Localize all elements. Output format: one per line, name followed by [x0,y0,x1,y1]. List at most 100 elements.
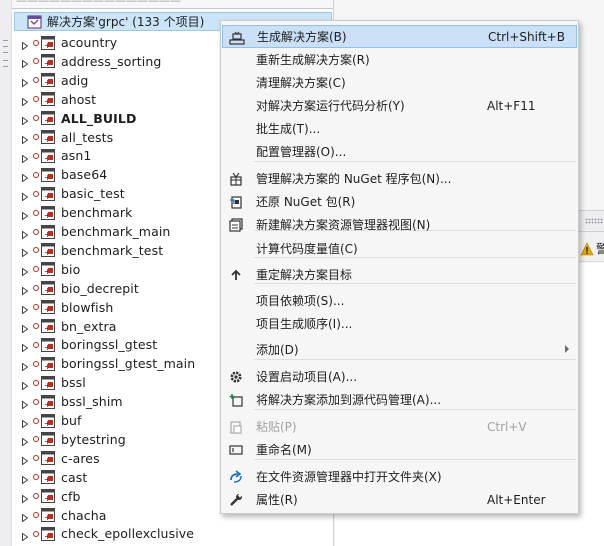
menu-item-restore[interactable]: 还原 NuGet 包(R) [222,190,577,213]
menu-item-startup[interactable]: 设置启动项目(A)... [222,365,577,388]
context-menu: 生成解决方案(B) Ctrl+Shift+B 重新生成解决方案(R) 清理解决方案(C… [220,20,579,514]
expand-arrow-icon[interactable] [22,133,29,145]
menu-item-label: 粘贴(P) [256,420,297,434]
cpp-project-icon: + [41,111,55,126]
drag-grip[interactable] [585,218,603,224]
menu-item-label: 配置管理器(O)... [256,145,347,159]
menu-item-rebuild[interactable]: 重新生成解决方案(R) [222,48,577,71]
error-indicator-icon [33,152,39,159]
expand-arrow-icon[interactable] [22,511,29,523]
menu-item-label: 添加(D) [256,343,299,357]
restore-package-icon [228,194,244,209]
rename-icon [228,442,244,457]
menu-item-props[interactable]: 属性(R) Alt+Enter [222,488,577,511]
expand-arrow-icon[interactable] [22,473,29,485]
error-indicator-icon [33,474,39,481]
expand-arrow-icon[interactable] [22,284,29,296]
project-label: buf [61,413,82,428]
expand-arrow-icon[interactable] [22,76,29,88]
expand-arrow-icon[interactable] [22,322,29,334]
left-tool-strip [0,0,12,546]
cpp-project-icon: + [41,92,55,107]
expand-arrow-icon[interactable] [22,492,29,504]
cpp-project-icon: + [41,148,55,163]
project-label: adig [61,72,89,88]
error-indicator-icon [33,379,39,386]
project-label: all_tests [61,129,114,145]
error-indicator-icon [33,436,39,443]
expand-arrow-icon[interactable] [22,39,29,50]
expand-arrow-icon[interactable] [22,57,29,69]
menu-item-scc[interactable]: 将解决方案添加到源代码管理(A)... [222,388,577,411]
project-row[interactable]: + check_epollexclusive [12,524,332,543]
menu-item-label: 新建解决方案资源管理器视图(N) [256,218,431,232]
error-indicator-icon [33,455,39,462]
cpp-project-icon: + [41,375,55,390]
menu-item-order[interactable]: 项目生成顺序(I)... [222,312,577,335]
expand-arrow-icon[interactable] [22,360,29,372]
menu-item-label: 还原 NuGet 包(R) [256,195,356,209]
menu-item-paste[interactable]: 粘贴(P) Ctrl+V [222,415,577,438]
expand-arrow-icon[interactable] [22,209,29,221]
menu-item-newview[interactable]: 新建解决方案资源管理器视图(N) [222,213,577,236]
search-input[interactable]: ——————————————— [12,0,333,9]
cpp-project-icon: + [41,167,55,182]
error-indicator-icon [33,304,39,311]
menu-item-analyze[interactable]: 对解决方案运行代码分析(Y) Alt+F11 [222,94,577,117]
menu-item-nuget[interactable]: 管理解决方案的 NuGet 程序包(N)... [222,167,577,190]
menu-item-rename[interactable]: 重命名(M) [222,438,577,461]
project-label: boringssl_gtest_main [61,356,196,372]
cpp-project-icon: + [41,432,55,447]
expand-arrow-icon[interactable] [22,171,29,183]
expand-arrow-icon[interactable] [22,530,29,542]
menu-item-build[interactable]: 生成解决方案(B) Ctrl+Shift+B [222,25,577,48]
project-label: c-ares [61,450,100,466]
error-indicator-icon [33,247,39,254]
expand-arrow-icon[interactable] [22,265,29,277]
expand-arrow-icon[interactable] [22,114,29,126]
warning-icon[interactable] [580,242,594,256]
expand-arrow-icon[interactable] [22,435,29,447]
project-label: bytestring [61,431,126,447]
error-indicator-icon [33,398,39,405]
expand-arrow-icon[interactable] [22,152,29,164]
menu-item-retarget[interactable]: 重定解决方案目标 [222,263,577,286]
expand-arrow-icon[interactable] [22,341,29,353]
menu-item-label: 重定解决方案目标 [256,268,353,282]
cpp-project-icon: + [41,205,55,220]
error-indicator-icon [33,341,39,348]
menu-item-batch[interactable]: 批生成(T)... [222,117,577,140]
menu-item-shortcut: Ctrl+V [487,419,527,434]
project-label: bio_decrepit [61,280,139,296]
menu-item-metrics[interactable]: 计算代码度量值(C) [222,237,577,260]
menu-item-add[interactable]: 添加(D) [222,338,577,361]
expand-arrow-icon[interactable] [22,454,29,466]
error-indicator-icon [33,266,39,273]
error-indicator-icon [33,493,39,500]
expand-arrow-icon[interactable] [22,417,29,428]
expand-arrow-icon[interactable] [22,379,29,391]
menu-item-label: 生成解决方案(B) [257,30,347,44]
menu-item-label: 项目依赖项(S)... [256,294,345,308]
expand-arrow-icon[interactable] [22,190,29,202]
project-label: benchmark_main [61,224,171,239]
menu-item-deps[interactable]: 项目依赖项(S)... [222,289,577,312]
menu-item-openfolder[interactable]: 在文件资源管理器中打开文件夹(X) [222,465,577,488]
menu-item-config[interactable]: 配置管理器(O)... [222,140,577,163]
expand-arrow-icon[interactable] [22,95,29,107]
cpp-project-icon: + [41,489,55,504]
expand-arrow-icon[interactable] [22,228,29,239]
expand-arrow-icon[interactable] [22,398,29,410]
menu-item-label: 项目生成顺序(I)... [256,317,353,331]
menu-item-label: 设置启动项目(A)... [256,370,358,384]
expand-arrow-icon[interactable] [22,246,29,258]
error-indicator-icon [33,171,39,178]
add-source-control-icon [228,392,244,407]
cpp-project-icon: + [41,470,55,485]
menu-item-clean[interactable]: 清理解决方案(C) [222,71,577,94]
menu-item-label: 对解决方案运行代码分析(Y) [256,99,405,113]
expand-arrow-icon[interactable] [22,303,29,315]
error-indicator-icon [33,285,39,292]
solution-root-label: 解决方案'grpc' (133 个项目) [47,15,205,29]
project-label: address_sorting [61,53,162,69]
